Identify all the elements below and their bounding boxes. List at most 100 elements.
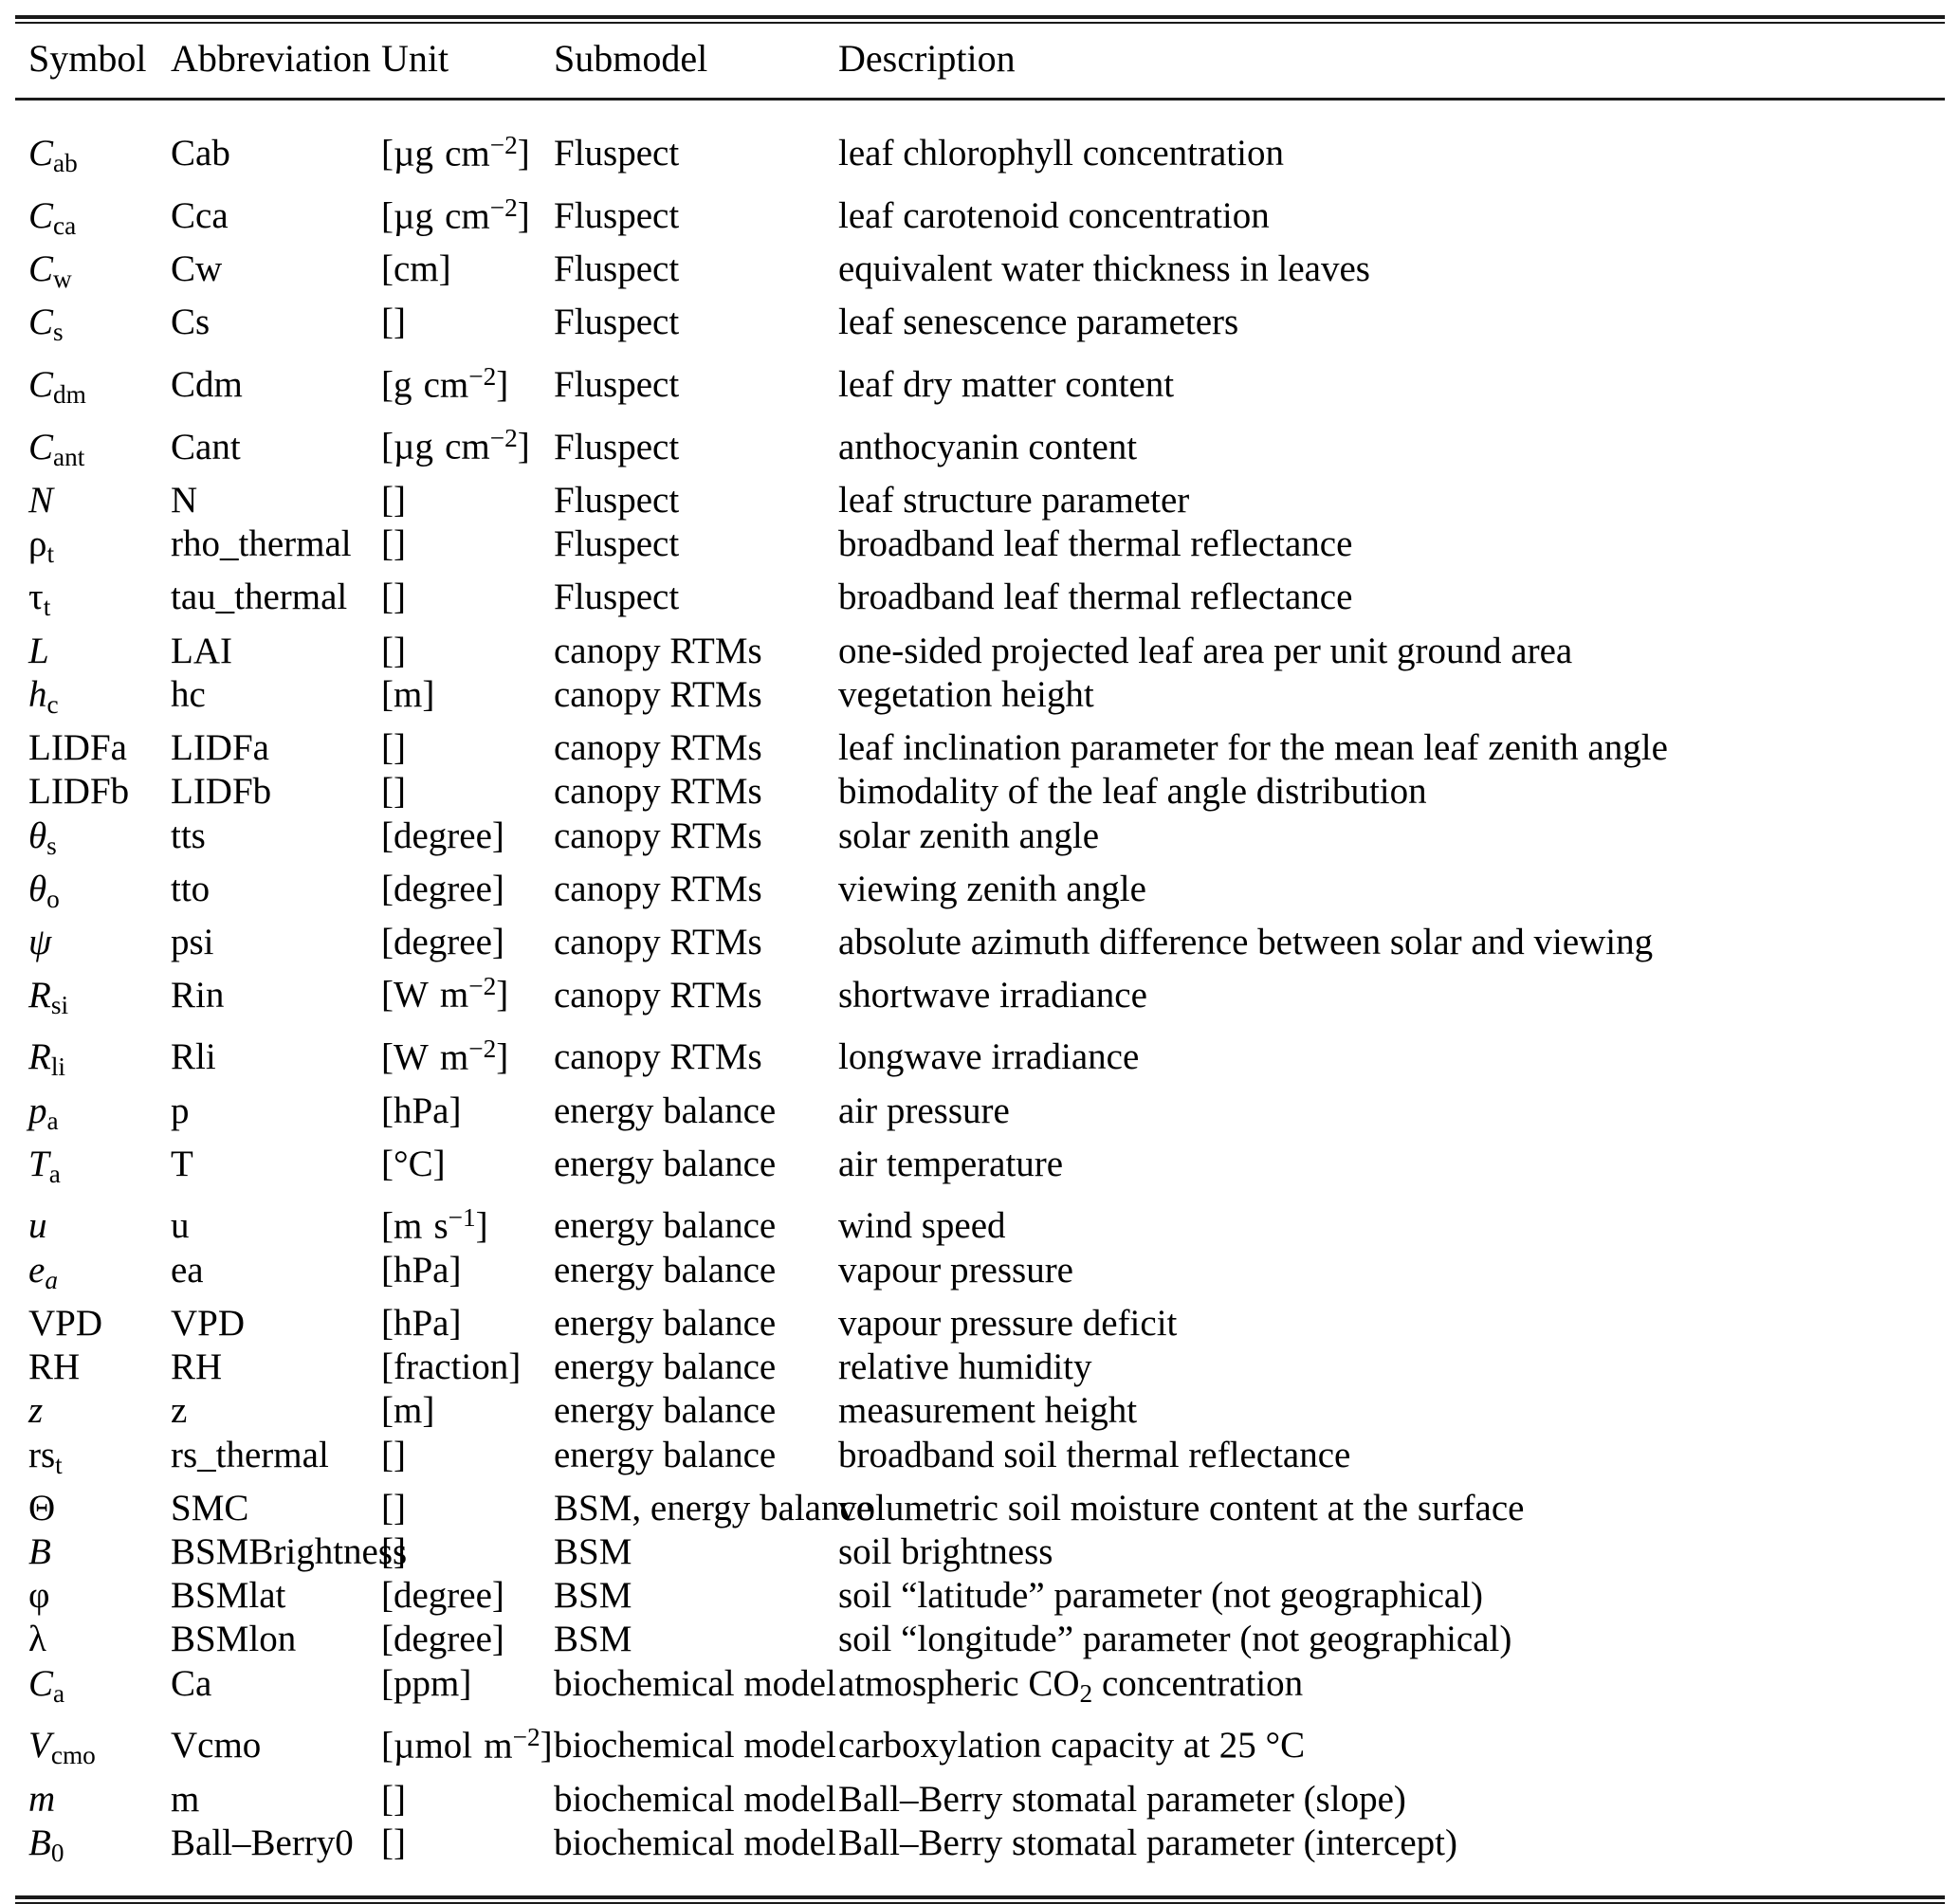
cell-abbreviation: Cant bbox=[171, 426, 241, 467]
cell-unit: [] bbox=[381, 630, 406, 671]
cell-submodel: energy balance bbox=[554, 1434, 777, 1475]
cell-abbreviation: Ca bbox=[171, 1662, 212, 1704]
cell-symbol: Cab bbox=[28, 133, 78, 178]
cell-description: Ball–Berry stomatal parameter (intercept… bbox=[838, 1822, 1457, 1863]
cell-submodel: BSM bbox=[554, 1575, 632, 1617]
cell-symbol: LIDFb bbox=[28, 771, 130, 813]
cell-symbol: hc bbox=[28, 673, 59, 719]
cell-symbol: ρt bbox=[28, 523, 55, 569]
table-row: z z [m] energy balance measurement heigh… bbox=[15, 1389, 1945, 1433]
cell-abbreviation: tts bbox=[171, 815, 206, 856]
cell-abbreviation: u bbox=[171, 1205, 190, 1247]
cell-description: leaf dry matter content bbox=[838, 364, 1175, 406]
cell-submodel: Fluspect bbox=[554, 364, 680, 406]
cell-unit: [µmol m−2] bbox=[381, 1722, 553, 1767]
cell-abbreviation: T bbox=[171, 1143, 193, 1184]
cell-symbol: N bbox=[28, 479, 54, 521]
cell-description: vegetation height bbox=[838, 673, 1094, 715]
cell-symbol: m bbox=[28, 1778, 56, 1820]
body-top-spacer bbox=[15, 101, 1945, 123]
cell-description: volumetric soil moisture content at the … bbox=[838, 1487, 1525, 1529]
cell-description: air temperature bbox=[838, 1143, 1064, 1184]
cell-description: leaf senescence parameters bbox=[838, 302, 1239, 343]
cell-submodel: canopy RTMs bbox=[554, 673, 762, 715]
table-row: θo tto [degree] canopy RTMs viewing zeni… bbox=[15, 868, 1945, 921]
table-row bbox=[15, 101, 1945, 123]
cell-unit: [] bbox=[381, 577, 406, 618]
cell-description: one-sided projected leaf area per unit g… bbox=[838, 630, 1573, 671]
column-header-abbreviation: Abbreviation bbox=[171, 37, 372, 80]
table-header-row: Symbol Abbreviation Unit Submodel Descri… bbox=[15, 24, 1945, 98]
table-row: Cab Cab [µg cm−2] Fluspect leaf chloroph… bbox=[15, 123, 1945, 186]
cell-abbreviation: LAI bbox=[171, 630, 232, 671]
table-bottom-rule-upper bbox=[15, 1895, 1945, 1900]
cell-submodel: energy balance bbox=[554, 1205, 777, 1247]
cell-symbol: ψ bbox=[28, 922, 52, 963]
cell-submodel: energy balance bbox=[554, 1346, 777, 1388]
cell-submodel: Fluspect bbox=[554, 248, 680, 290]
cell-abbreviation: m bbox=[171, 1778, 200, 1820]
parameter-table-body: Cab Cab [µg cm−2] Fluspect leaf chloroph… bbox=[15, 101, 1945, 1895]
cell-unit: [m s−1] bbox=[381, 1203, 488, 1247]
cell-submodel: energy balance bbox=[554, 1249, 777, 1291]
table-row: ea ea [hPa] energy balance vapour pressu… bbox=[15, 1249, 1945, 1302]
cell-unit: [degree] bbox=[381, 868, 504, 909]
cell-symbol: pa bbox=[28, 1089, 59, 1135]
cell-submodel: BSM bbox=[554, 1531, 632, 1573]
column-header-description: Description bbox=[838, 37, 1016, 80]
cell-submodel: Fluspect bbox=[554, 426, 680, 467]
cell-description: vapour pressure bbox=[838, 1249, 1073, 1291]
cell-abbreviation: VPD bbox=[171, 1302, 246, 1344]
cell-submodel: energy balance bbox=[554, 1302, 777, 1344]
cell-unit: [] bbox=[381, 302, 406, 343]
cell-symbol: u bbox=[28, 1205, 47, 1247]
cell-submodel: energy balance bbox=[554, 1143, 777, 1184]
cell-unit: [cm] bbox=[381, 248, 451, 290]
cell-abbreviation: Cca bbox=[171, 194, 229, 236]
cell-unit: [degree] bbox=[381, 1575, 504, 1617]
cell-unit: [] bbox=[381, 1531, 406, 1573]
cell-symbol: rst bbox=[28, 1434, 63, 1479]
table-row: Rsi Rin [W m−2] canopy RTMs shortwave ir… bbox=[15, 964, 1945, 1027]
cell-symbol: τt bbox=[28, 577, 51, 622]
table-row: m m [] biochemical model Ball–Berry stom… bbox=[15, 1778, 1945, 1822]
cell-abbreviation: z bbox=[171, 1390, 188, 1432]
cell-description: broadband leaf thermal reflectance bbox=[838, 577, 1353, 618]
cell-unit: [m] bbox=[381, 673, 435, 715]
table-row: RH RH [fraction] energy balance relative… bbox=[15, 1346, 1945, 1389]
cell-unit: [fraction] bbox=[381, 1346, 522, 1388]
cell-submodel: canopy RTMs bbox=[554, 815, 762, 856]
cell-abbreviation: Cs bbox=[171, 302, 211, 343]
cell-abbreviation: SMC bbox=[171, 1487, 249, 1529]
cell-submodel: canopy RTMs bbox=[554, 974, 762, 1016]
cell-abbreviation: rho_thermal bbox=[171, 523, 352, 565]
cell-description: relative humidity bbox=[838, 1346, 1092, 1388]
cell-symbol: Θ bbox=[28, 1487, 56, 1529]
cell-submodel: biochemical model bbox=[554, 1662, 836, 1704]
cell-unit: [°C] bbox=[381, 1143, 446, 1184]
table-row: Cca Cca [µg cm−2] Fluspect leaf caroteno… bbox=[15, 186, 1945, 248]
cell-unit: [] bbox=[381, 771, 406, 813]
cell-unit: [degree] bbox=[381, 815, 504, 856]
cell-abbreviation: Ball–Berry0 bbox=[171, 1822, 354, 1863]
cell-symbol: λ bbox=[28, 1619, 46, 1660]
cell-description: absolute azimuth difference between sola… bbox=[838, 922, 1654, 963]
cell-unit: [] bbox=[381, 1434, 406, 1475]
table-header: Symbol Abbreviation Unit Submodel Descri… bbox=[15, 24, 1945, 98]
cell-abbreviation: BSMBrightness bbox=[171, 1531, 408, 1573]
table-row: θs tts [degree] canopy RTMs solar zenith… bbox=[15, 815, 1945, 868]
cell-submodel: biochemical model bbox=[554, 1778, 836, 1820]
cell-unit: [] bbox=[381, 727, 406, 769]
table-row: B BSMBrightness [] BSM soil brightness bbox=[15, 1530, 1945, 1574]
cell-symbol: φ bbox=[28, 1575, 50, 1617]
table-row: Θ SMC [] BSM, energy balance volumetric … bbox=[15, 1487, 1945, 1530]
cell-symbol: θs bbox=[28, 815, 57, 860]
table-row: ψ psi [degree] canopy RTMs absolute azim… bbox=[15, 921, 1945, 964]
cell-description: bimodality of the leaf angle distributio… bbox=[838, 771, 1427, 813]
table-top-rule-upper bbox=[15, 15, 1945, 19]
cell-symbol: Cdm bbox=[28, 364, 86, 410]
cell-description: Ball–Berry stomatal parameter (slope) bbox=[838, 1778, 1406, 1820]
cell-description: longwave irradiance bbox=[838, 1036, 1140, 1078]
table-row: Ta T [°C] energy balance air temperature bbox=[15, 1143, 1945, 1196]
table-row: VPD VPD [hPa] energy balance vapour pres… bbox=[15, 1302, 1945, 1346]
